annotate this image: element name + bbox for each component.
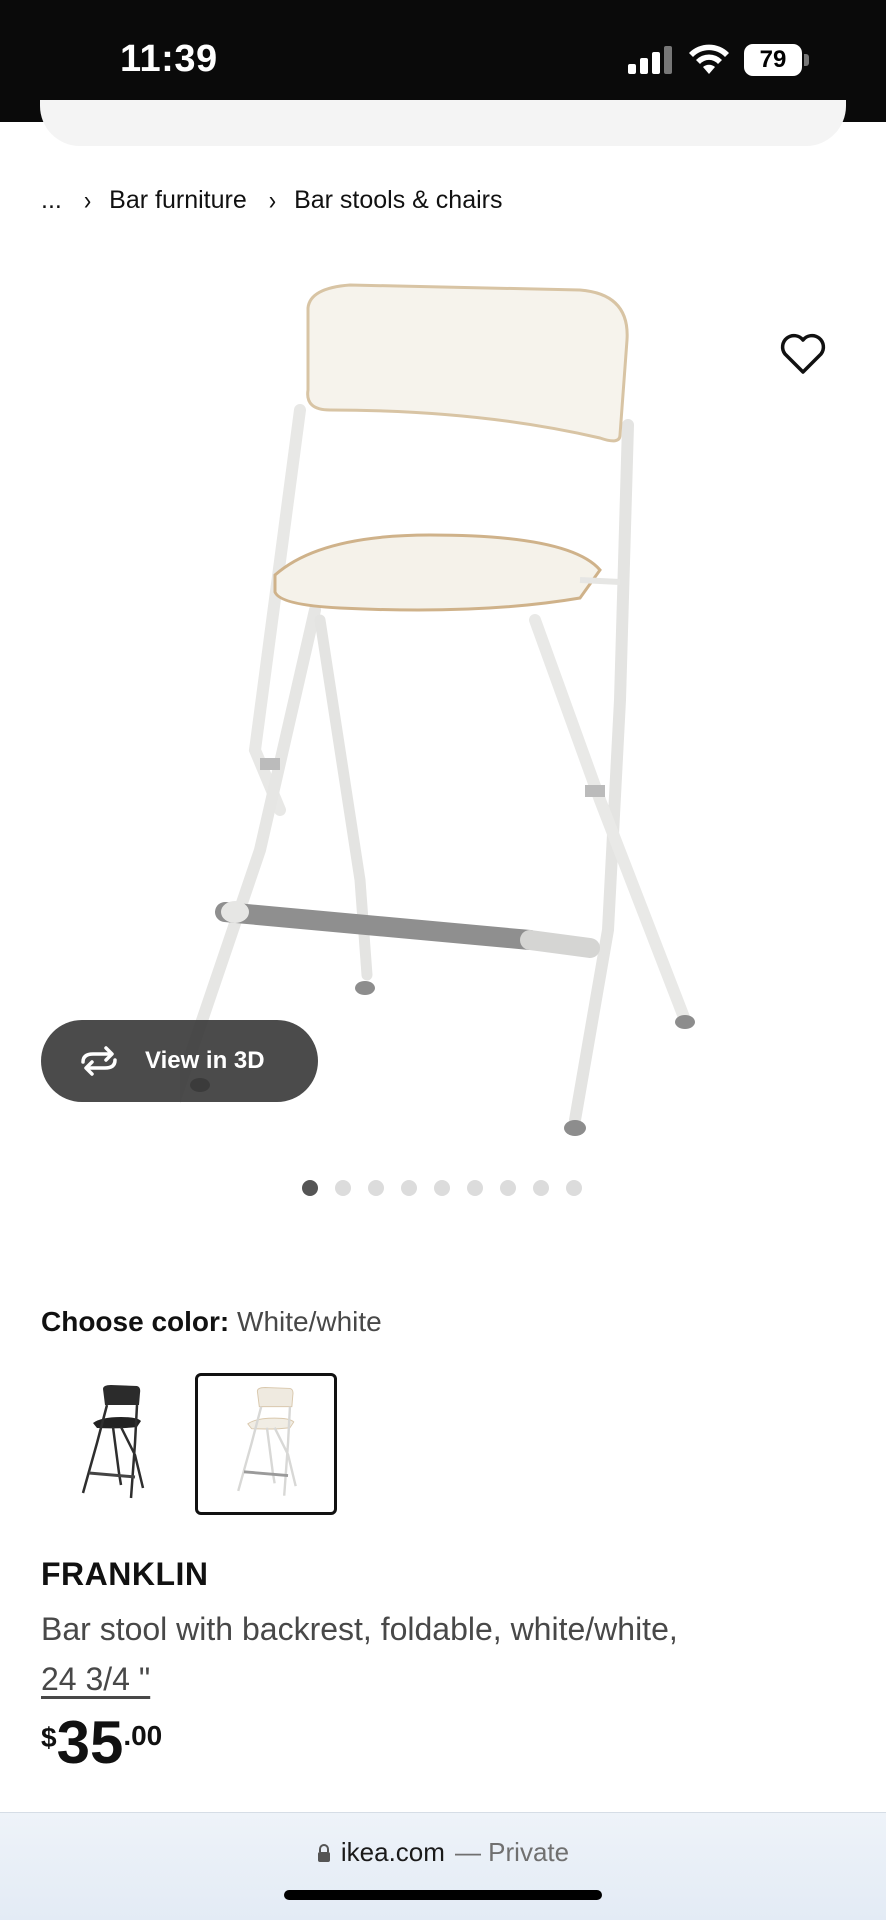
breadcrumb-bar-stools-chairs[interactable]: Bar stools & chairs (294, 186, 502, 215)
color-option-white[interactable] (195, 1373, 337, 1515)
search-bar-edge[interactable] (40, 100, 846, 146)
chevron-right-icon: › (268, 184, 277, 215)
status-time: 11:39 (120, 38, 218, 80)
breadcrumb-bar-furniture[interactable]: Bar furniture (109, 186, 247, 215)
pagination-dot[interactable] (500, 1180, 516, 1196)
color-option-black[interactable] (41, 1373, 183, 1515)
heart-icon[interactable] (778, 330, 828, 376)
product-description-text: Bar stool with backrest, foldable, white… (41, 1611, 678, 1647)
url-domain: ikea.com (340, 1837, 445, 1867)
wifi-icon (689, 44, 729, 74)
view-in-3d-button[interactable]: View in 3D (41, 1020, 318, 1102)
product-price: $ 35 .00 (41, 1708, 162, 1778)
price-integer: 35 (56, 1709, 124, 1776)
lock-icon (317, 1843, 330, 1862)
pagination-dot[interactable] (434, 1180, 450, 1196)
cellular-signal-icon (628, 46, 672, 74)
product-name: FRANKLIN (41, 1556, 209, 1592)
breadcrumb-ellipsis[interactable]: ... (41, 186, 62, 215)
black-stool-thumbnail (81, 1385, 145, 1499)
browser-address-bar[interactable]: ikea.com — Private (0, 1812, 886, 1920)
product-size-link[interactable]: 24 3/4 " (41, 1654, 841, 1704)
color-chooser-label: Choose color: White/white (41, 1306, 382, 1338)
pagination-dot[interactable] (368, 1180, 384, 1196)
rotate-3d-icon (81, 1046, 117, 1076)
pagination-dot[interactable] (401, 1180, 417, 1196)
pagination-dot[interactable] (566, 1180, 582, 1196)
product-description: Bar stool with backrest, foldable, white… (41, 1604, 841, 1704)
private-mode-label: — Private (454, 1837, 570, 1867)
breadcrumb: ... › Bar furniture › Bar stools & chair… (41, 184, 502, 215)
battery-tip (804, 54, 809, 66)
image-pagination (302, 1180, 599, 1196)
pagination-dot[interactable] (533, 1180, 549, 1196)
battery-level: 79 (744, 44, 802, 76)
price-decimal: .00 (123, 1720, 163, 1751)
pagination-dot[interactable] (467, 1180, 483, 1196)
home-indicator[interactable] (284, 1890, 602, 1900)
pagination-dot[interactable] (302, 1180, 318, 1196)
price-currency: $ (41, 1722, 57, 1753)
view-in-3d-label: View in 3D (145, 1047, 265, 1074)
choose-color-heading: Choose color: (41, 1306, 230, 1337)
chevron-right-icon: › (83, 184, 92, 215)
pagination-dot[interactable] (335, 1180, 351, 1196)
white-stool-thumbnail (237, 1387, 297, 1496)
address-display[interactable]: ikea.com — Private (0, 1837, 886, 1868)
selected-color-value: White/white (237, 1306, 382, 1337)
